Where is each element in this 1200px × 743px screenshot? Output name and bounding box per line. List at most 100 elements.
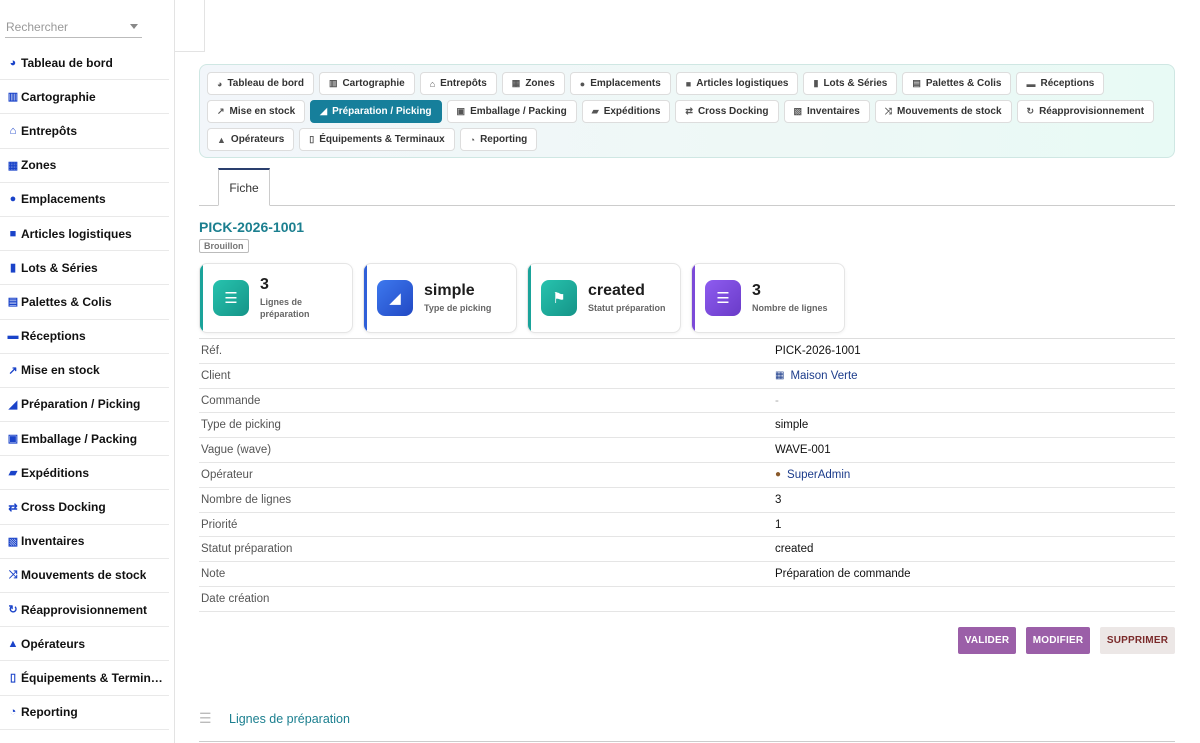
sidebar-item-label: Mise en stock xyxy=(21,363,100,378)
nav-chip-expeditions[interactable]: ▰ Expéditions xyxy=(581,100,671,123)
nav-chip-mouvements-de-stock[interactable]: ⤨ Mouvements de stock xyxy=(874,100,1012,123)
sidebar-item-cross-docking[interactable]: ⇄ Cross Docking xyxy=(0,490,169,525)
truck-loading-icon: ▬ xyxy=(7,330,19,343)
detail-value[interactable]: ● SuperAdmin xyxy=(775,469,850,481)
sidebar-item-lots-series[interactable]: ▮ Lots & Séries xyxy=(0,251,169,286)
sidebar-item-label: Emplacements xyxy=(21,192,106,207)
summary-card-text: created Statut préparation xyxy=(588,282,666,314)
nav-chip-label: Entrepôts xyxy=(440,78,487,89)
sidebar-item-reapprovisionnement[interactable]: ↻ Réapprovisionnement xyxy=(0,593,169,628)
summary-card-label: Nombre de lignes xyxy=(752,303,828,313)
sidebar-item-label: Réceptions xyxy=(21,329,86,344)
random-icon: ⤨ xyxy=(884,106,893,116)
summary-card-text: simple Type de picking xyxy=(424,282,491,314)
sidebar-item-mise-en-stock[interactable]: ↗ Mise en stock xyxy=(0,354,169,388)
detail-value-text: Préparation de commande xyxy=(775,568,911,581)
nav-chip-cartographie[interactable]: ▥ Cartographie xyxy=(318,72,415,95)
barcode-icon: ▮ xyxy=(9,262,17,275)
sidebar-item-emballage-packing[interactable]: ▣ Emballage / Packing xyxy=(0,422,169,457)
lines-section-header: ☰ Lignes de préparation xyxy=(199,710,350,727)
detail-row: Priorité 1 xyxy=(199,513,1175,538)
nav-chip-articles-logistiques[interactable]: ■ Articles logistiques xyxy=(675,72,799,95)
detail-value: 1 xyxy=(775,519,781,531)
sync-icon: ↻ xyxy=(8,604,18,617)
nav-chip-zones[interactable]: ▦ Zones xyxy=(501,72,565,95)
boxes-icon: ▣ xyxy=(456,106,466,116)
nav-chip-mise-en-stock[interactable]: ↗ Mise en stock xyxy=(207,100,306,123)
modify-button[interactable]: MODIFIER xyxy=(1026,627,1090,654)
building-icon: ▦ xyxy=(775,370,785,382)
warehouse-icon: ⌂ xyxy=(9,124,17,137)
nav-chip-palettes-colis[interactable]: ▤ Palettes & Colis xyxy=(902,72,1012,95)
search-placeholder: Rechercher xyxy=(6,20,69,34)
box-icon: ■ xyxy=(685,78,692,89)
sidebar-item-receptions[interactable]: ▬ Réceptions xyxy=(0,320,169,354)
summary-card: ☰ 3 Nombre de lignes xyxy=(691,263,845,333)
grid-icon: ▦ xyxy=(511,78,521,88)
detail-key: Date création xyxy=(201,592,270,605)
nav-chip-inventaires[interactable]: ▧ Inventaires xyxy=(783,100,870,123)
detail-value[interactable]: ▦ Maison Verte xyxy=(775,370,858,382)
detail-value: PICK-2026-1001 xyxy=(775,345,861,357)
nav-chip-reporting[interactable]: ◔ Reporting xyxy=(459,128,538,151)
nav-chip-emplacements[interactable]: ● Emplacements xyxy=(569,72,671,95)
sidebar-item-preparation-picking[interactable]: ◢ Préparation / Picking xyxy=(0,388,169,423)
sidebar-item-equipements-terminaux[interactable]: ▯ Équipements & Terminaux xyxy=(0,661,169,696)
sidebar-item-label: Cross Docking xyxy=(21,500,106,515)
delete-button[interactable]: SUPPRIMER xyxy=(1100,627,1175,654)
mobile-icon: ▯ xyxy=(309,134,315,144)
nav-chip-label: Réceptions xyxy=(1040,78,1095,89)
nav-chip-lots-series[interactable]: ▮ Lots & Séries xyxy=(803,72,898,95)
nav-chip-equipements-terminaux[interactable]: ▯ Équipements & Terminaux xyxy=(299,128,455,151)
sidebar-item-emplacements[interactable]: ● Emplacements xyxy=(0,183,169,217)
nav-chip-entrepots[interactable]: ⌂ Entrepôts xyxy=(419,72,497,95)
nav-chip-tableau-de-bord[interactable]: ◕ Tableau de bord xyxy=(207,72,314,95)
divider xyxy=(199,741,1175,742)
detail-value: simple xyxy=(775,419,808,431)
summary-card-label: Statut préparation xyxy=(588,303,666,313)
nav-chip-cross-docking[interactable]: ⇄ Cross Docking xyxy=(675,100,779,123)
sidebar-item-inventaires[interactable]: ▧ Inventaires xyxy=(0,525,169,559)
summary-card-value: created xyxy=(588,282,645,299)
detail-value-text: created xyxy=(775,543,814,556)
sidebar-item-tableau-de-bord[interactable]: ◕ Tableau de bord xyxy=(0,46,169,81)
nav-chip-operateurs[interactable]: ▲ Opérateurs xyxy=(207,128,295,151)
sidebar-item-reporting[interactable]: ◔ Reporting xyxy=(0,696,169,730)
sidebar-item-cartographie[interactable]: ▥ Cartographie xyxy=(0,80,169,115)
sidebar-item-expeditions[interactable]: ▰ Expéditions xyxy=(0,456,169,491)
module-nav-panel: ◕ Tableau de bord ▥ Cartographie ⌂ Entrepôts ▦… xyxy=(199,64,1175,158)
summary-card-value: 3 xyxy=(260,276,269,293)
nav-chip-label: Expéditions xyxy=(603,106,661,117)
location-pin-icon: ● xyxy=(579,78,586,89)
summary-card-label: Lignes de préparation xyxy=(260,297,310,319)
detail-row: Note Préparation de commande xyxy=(199,562,1175,587)
nav-chip-emballage-packing[interactable]: ▣ Emballage / Packing xyxy=(446,100,577,123)
map-icon: ▥ xyxy=(7,91,19,104)
chevron-down-icon[interactable] xyxy=(130,24,138,29)
sidebar-item-mouvements-de-stock[interactable]: ⤨ Mouvements de stock xyxy=(0,559,169,593)
nav-chip-receptions[interactable]: ▬ Réceptions xyxy=(1016,72,1105,95)
exchange-icon: ⇄ xyxy=(685,106,693,116)
dolly-icon: ↗ xyxy=(8,364,18,377)
summary-card: ⚑ created Statut préparation xyxy=(527,263,681,333)
hard-hat-icon: ▲ xyxy=(217,134,226,145)
tab-fiche[interactable]: Fiche xyxy=(218,168,270,206)
detail-value: 3 xyxy=(775,494,781,506)
detail-key: Note xyxy=(201,568,226,581)
sidebar-item-articles-logistiques[interactable]: ■ Articles logistiques xyxy=(0,217,169,252)
sidebar-item-palettes-colis[interactable]: ▤ Palettes & Colis xyxy=(0,285,169,320)
nav-chip-reapprovisionnement[interactable]: ↻ Réapprovisionnement xyxy=(1016,100,1155,123)
dashboard-icon: ◕ xyxy=(217,78,223,89)
search-select[interactable]: Rechercher xyxy=(5,14,142,38)
sidebar-item-label: Mouvements de stock xyxy=(21,568,147,583)
detail-value-text: SuperAdmin xyxy=(787,468,851,481)
validate-button[interactable]: VALIDER xyxy=(958,627,1016,654)
sidebar-item-operateurs[interactable]: ▲ Opérateurs xyxy=(0,627,169,662)
sidebar-item-entrepots[interactable]: ⌂ Entrepôts xyxy=(0,114,169,149)
sidebar-item-zones[interactable]: ▦ Zones xyxy=(0,149,169,183)
detail-row: Type de picking simple xyxy=(199,413,1175,439)
detail-value-text: PICK-2026-1001 xyxy=(775,345,861,357)
truck-icon: ▰ xyxy=(8,467,18,480)
nav-chip-preparation-picking[interactable]: ◢ Préparation / Picking xyxy=(310,100,442,123)
top-bar-corner xyxy=(175,0,205,52)
